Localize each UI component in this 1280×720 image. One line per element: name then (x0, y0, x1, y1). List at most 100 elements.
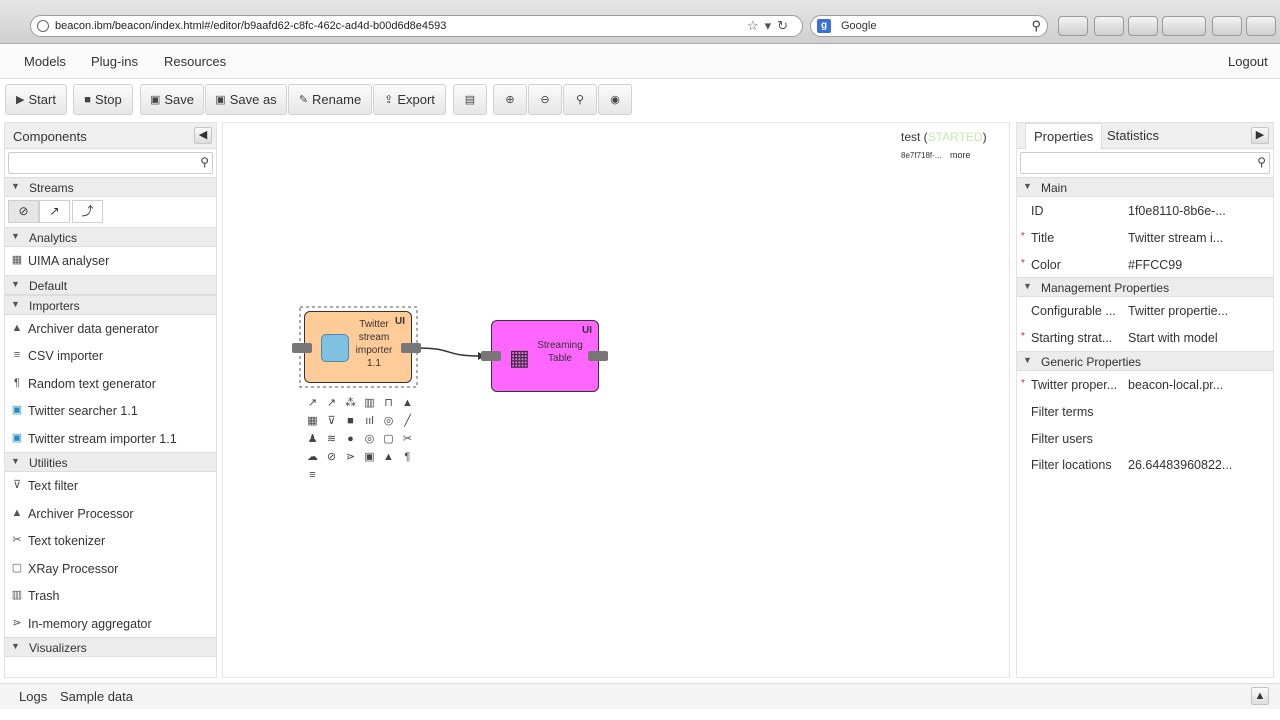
collapse-right-icon[interactable]: ▶ (1251, 127, 1269, 144)
section-streams[interactable]: ▼ Streams (5, 177, 216, 197)
property-row[interactable]: * Color #FFCC99 (1017, 251, 1273, 278)
xray-icon[interactable]: ◎ (379, 412, 398, 430)
tokenizer-icon[interactable]: ✂ (398, 430, 417, 448)
connector-dashed-icon[interactable]: ⤴ (72, 200, 103, 223)
trash-icon[interactable]: ▥ (360, 394, 379, 412)
components-search-input[interactable]: ⚲ (8, 152, 213, 174)
archiver-icon[interactable]: ▲ (398, 394, 417, 412)
uima-icon[interactable]: ▦ (303, 412, 322, 430)
input-port[interactable] (292, 343, 312, 353)
aggregator-icon[interactable]: ⋗ (341, 448, 360, 466)
browser-button-icon[interactable] (1128, 16, 1158, 36)
random-text-icon[interactable]: ¶ (398, 448, 417, 466)
browser-search-bar[interactable]: g Google ⚲ (810, 15, 1048, 37)
nav-plugins[interactable]: Plug-ins (91, 54, 138, 69)
component-item[interactable]: ▥ Trash (5, 582, 216, 610)
twitter-importer-node[interactable]: UI Twitter stream importer 1.1 (304, 311, 412, 383)
property-row[interactable]: Configurable ... Twitter propertie... (1017, 297, 1273, 324)
line-icon[interactable]: ╱ (398, 412, 417, 430)
shirt-icon[interactable]: ♟ (303, 430, 322, 448)
tab-statistics[interactable]: Statistics (1099, 123, 1167, 149)
browser-button-icon[interactable] (1094, 16, 1124, 36)
component-item[interactable]: ▣ Twitter searcher 1.1 (5, 397, 216, 425)
tab-properties[interactable]: Properties (1025, 123, 1103, 149)
rename-button[interactable]: ✎ Rename (288, 84, 372, 115)
section-generic[interactable]: ▼ Generic Properties (1017, 350, 1273, 371)
sample-data-tab[interactable]: Sample data (60, 689, 133, 704)
section-analytics[interactable]: ▼ Analytics (5, 227, 216, 247)
section-utilities[interactable]: ▼ Utilities (5, 452, 216, 472)
section-management[interactable]: ▼ Management Properties (1017, 277, 1273, 298)
browser-button-icon[interactable] (1246, 16, 1276, 36)
expand-up-icon[interactable]: ▲ (1251, 687, 1269, 705)
component-item[interactable]: ⊽ Text filter (5, 472, 216, 500)
property-row[interactable]: * Starting strat... Start with model (1017, 324, 1273, 351)
browser-button-icon[interactable] (1058, 16, 1088, 36)
section-default[interactable]: ▼ Default (5, 274, 216, 295)
stream-icon[interactable]: ≋ (322, 430, 341, 448)
connector-icon[interactable]: ↗ (39, 200, 70, 223)
book-icon[interactable]: ⊓ (379, 394, 398, 412)
property-row[interactable]: Filter users (1017, 425, 1273, 452)
export-button[interactable]: ⇪ Export (373, 84, 446, 115)
network-icon[interactable]: ⁂ (341, 394, 360, 412)
zoom-in-button[interactable]: ⊕ (493, 84, 527, 115)
search-icon[interactable]: ⚲ (1031, 18, 1041, 34)
section-importers[interactable]: ▼ Importers (5, 294, 216, 315)
stream-connection[interactable] (417, 347, 479, 357)
start-button[interactable]: ▶ Start (5, 84, 67, 115)
chart-icon[interactable]: ııl (360, 412, 379, 430)
save-button[interactable]: ▣ Save (140, 84, 204, 115)
browser-button-icon[interactable] (1162, 16, 1206, 36)
logs-tab[interactable]: Logs (19, 689, 47, 704)
component-item[interactable]: ▲ Archiver Processor (5, 500, 216, 528)
output-port[interactable] (401, 343, 421, 353)
collapse-left-icon[interactable]: ◀ (194, 127, 212, 144)
nav-models[interactable]: Models (24, 54, 66, 69)
section-visualizers[interactable]: ▼ Visualizers (5, 637, 216, 657)
zoom-out-button[interactable]: ⊖ (528, 84, 562, 115)
model-canvas[interactable]: test (STARTED) 8e7f718f-... more UI Twit… (222, 122, 1010, 678)
properties-search-input[interactable]: ⚲ (1020, 152, 1270, 174)
property-row[interactable]: * Twitter proper... beacon-local.pr... (1017, 371, 1273, 398)
address-url[interactable]: beacon.ibm/beacon/index.html#/editor/b9a… (55, 20, 446, 32)
address-bar-tools-icon[interactable]: ☆▾↻ (747, 18, 794, 34)
table-icon[interactable]: ■ (341, 412, 360, 430)
component-item[interactable]: ▲ Archiver data generator (5, 315, 216, 343)
component-item[interactable]: ✂ Text tokenizer (5, 527, 216, 555)
twitter-icon[interactable]: ▣ (360, 448, 379, 466)
filter-icon[interactable]: ⊽ (322, 412, 341, 430)
connector-icon[interactable]: ↗ (322, 394, 341, 412)
component-item[interactable]: ▦ UIMA analyser (5, 247, 216, 275)
property-row[interactable]: ID 1f0e8110-8b6e-... (1017, 197, 1273, 224)
property-row[interactable]: Filter terms (1017, 398, 1273, 425)
stop-button[interactable]: ■ Stop (73, 84, 133, 115)
camera-icon[interactable]: ▢ (379, 430, 398, 448)
cloud-icon[interactable]: ☁ (303, 448, 322, 466)
no-connector-icon[interactable]: ⊘ (8, 200, 39, 223)
nav-logout[interactable]: Logout (1228, 54, 1268, 69)
component-item[interactable]: ⋗ In-memory aggregator (5, 610, 216, 638)
component-item[interactable]: ¶ Random text generator (5, 370, 216, 398)
save-as-button[interactable]: ▣ Save as (205, 84, 287, 115)
input-port[interactable] (481, 351, 501, 361)
archiver-icon[interactable]: ▲ (379, 448, 398, 466)
address-bar[interactable]: beacon.ibm/beacon/index.html#/editor/b9a… (30, 15, 803, 37)
property-row[interactable]: * Title Twitter stream i... (1017, 224, 1273, 251)
xray-icon[interactable]: ◎ (360, 430, 379, 448)
browser-button-icon[interactable] (1212, 16, 1242, 36)
property-row[interactable]: Filter locations 26.64483960822... (1017, 451, 1273, 478)
connector-icon[interactable]: ↗ (303, 394, 322, 412)
preview-button[interactable]: ◉ (598, 84, 632, 115)
component-item[interactable]: ≡ CSV importer (5, 342, 216, 370)
nav-resources[interactable]: Resources (164, 54, 226, 69)
layout-button[interactable]: ▤ (453, 84, 487, 115)
disabled-icon[interactable]: ⊘ (322, 448, 341, 466)
globe-icon[interactable]: ● (341, 430, 360, 448)
section-main[interactable]: ▼ Main (1017, 177, 1273, 197)
streaming-table-node[interactable]: UI ▦ Streaming Table (491, 320, 599, 392)
component-item[interactable]: ▢ XRay Processor (5, 555, 216, 583)
component-item[interactable]: ▣ Twitter stream importer 1.1 (5, 425, 216, 453)
output-port[interactable] (588, 351, 608, 361)
csv-icon[interactable]: ≡ (303, 466, 322, 484)
